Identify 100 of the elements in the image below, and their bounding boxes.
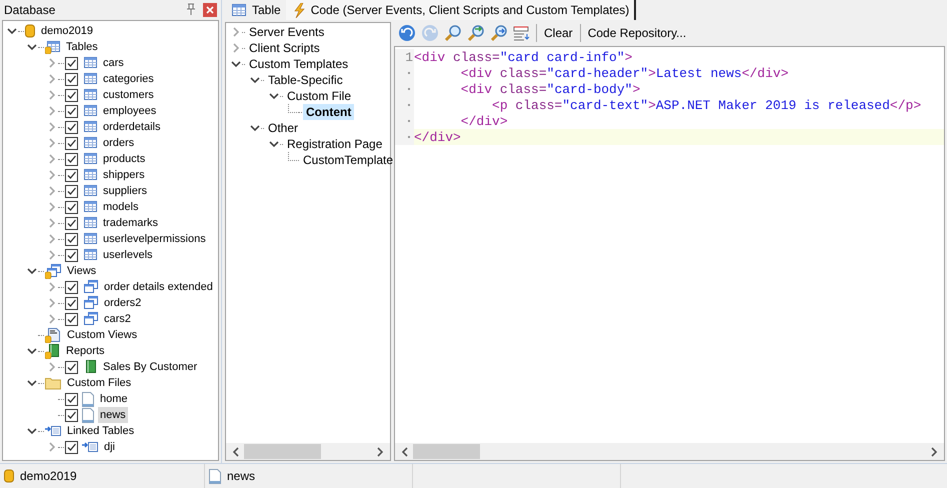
tree-item[interactable]: Custom Templates <box>246 56 352 72</box>
panel-title: Database <box>4 2 56 16</box>
chevron-down-icon[interactable] <box>250 124 260 132</box>
checkbox[interactable] <box>65 72 78 86</box>
checkbox[interactable] <box>65 120 78 134</box>
table-icon <box>82 232 97 246</box>
tree-item[interactable]: Custom File <box>284 88 354 104</box>
checkbox[interactable] <box>65 232 78 246</box>
tree-item[interactable]: order details extended <box>102 279 215 295</box>
tree-item[interactable]: Tables <box>64 39 100 55</box>
tree-item[interactable]: Content <box>303 104 354 120</box>
chevron-down-icon[interactable] <box>231 60 241 68</box>
close-icon[interactable] <box>203 2 217 16</box>
tree-item[interactable]: Table-Specific <box>265 72 346 88</box>
tree-item[interactable]: Client Scripts <box>246 40 323 56</box>
tree-item[interactable]: demo2019 <box>39 23 95 39</box>
tree-item[interactable]: suppliers <box>101 183 150 199</box>
checkbox[interactable] <box>65 296 78 310</box>
tree-item[interactable]: Other <box>265 120 302 136</box>
tree-item[interactable]: models <box>101 199 140 215</box>
checkbox[interactable] <box>65 168 78 182</box>
horizontal-scrollbar[interactable] <box>395 443 944 460</box>
tree-item[interactable]: products <box>101 151 148 167</box>
checkbox[interactable] <box>65 136 78 150</box>
checkbox[interactable] <box>65 216 78 230</box>
tree-item[interactable]: orders2 <box>102 295 144 311</box>
scroll-thumb[interactable] <box>244 444 321 459</box>
table-icon <box>82 184 97 198</box>
search-icon[interactable] <box>444 24 462 42</box>
checkbox[interactable] <box>65 360 78 374</box>
tree-item[interactable]: shippers <box>101 167 147 183</box>
chevron-down-icon[interactable] <box>27 428 37 434</box>
checkbox[interactable] <box>65 392 78 406</box>
toolbar-button[interactable]: Code Repository... <box>586 26 688 40</box>
file-icon <box>82 408 94 422</box>
file-icon <box>82 392 94 406</box>
status-text: demo2019 <box>20 469 77 483</box>
tree-item[interactable]: cars2 <box>102 311 133 327</box>
tree-item[interactable]: Registration Page <box>284 136 386 152</box>
replace-icon[interactable] <box>467 24 485 42</box>
table-icon <box>82 104 97 118</box>
checkbox[interactable] <box>65 184 78 198</box>
tree-item[interactable]: home <box>98 391 130 407</box>
tree-item[interactable]: Custom Views <box>65 327 140 343</box>
horizontal-scrollbar[interactable] <box>226 443 390 460</box>
scroll-left-icon[interactable] <box>232 446 240 456</box>
pin-icon[interactable] <box>185 3 197 16</box>
tree-item[interactable]: Linked Tables <box>65 423 136 439</box>
chevron-down-icon[interactable] <box>269 140 279 148</box>
tree-item[interactable]: customers <box>101 87 156 103</box>
tree-item[interactable]: Custom Files <box>65 375 134 391</box>
tree-item[interactable]: Server Events <box>246 24 328 40</box>
checkbox[interactable] <box>65 280 78 294</box>
find-next-icon[interactable] <box>490 24 508 42</box>
tab[interactable]: Code (Server Events, Client Scripts and Custom Templates) <box>286 0 636 20</box>
tree-item[interactable]: news <box>98 407 128 423</box>
tree-item[interactable]: orderdetails <box>101 119 162 135</box>
tree-item[interactable]: userlevelpermissions <box>101 231 208 247</box>
chevron-down-icon[interactable] <box>27 268 37 274</box>
checkbox[interactable] <box>65 56 78 70</box>
scroll-thumb[interactable] <box>413 444 480 459</box>
table-icon <box>82 152 97 166</box>
linked-tables-icon <box>45 424 61 438</box>
tree-item[interactable]: dji <box>102 439 118 455</box>
chevron-down-icon[interactable] <box>269 92 279 100</box>
tree-item[interactable]: userlevels <box>101 247 155 263</box>
chevron-down-icon[interactable] <box>7 28 17 34</box>
tree-item[interactable]: orders <box>101 135 136 151</box>
tree-item[interactable]: Views <box>65 263 98 279</box>
checkbox[interactable] <box>65 408 78 422</box>
view-icon <box>82 280 98 294</box>
tree-item[interactable]: employees <box>101 103 158 119</box>
format-icon[interactable] <box>513 24 531 42</box>
checkbox[interactable] <box>65 312 78 326</box>
checkbox[interactable] <box>65 104 78 118</box>
tree-item[interactable]: trademarks <box>101 215 160 231</box>
undo-icon[interactable] <box>398 24 416 42</box>
checkbox[interactable] <box>65 440 78 454</box>
tab[interactable]: Table <box>225 0 286 20</box>
code-editor[interactable]: 1<div class="card card-info"> <div class="card-header">Latest news</div> <div class="card-body"> <p class="card-text">ASP.NET Maker 2019 is released</p> </div> </div> <box>394 46 945 461</box>
checkbox[interactable] <box>65 88 78 102</box>
checkbox[interactable] <box>65 248 78 262</box>
scroll-right-icon[interactable] <box>376 446 384 456</box>
tree-item[interactable]: CustomTemplate <box>300 152 396 168</box>
table-icon <box>82 56 97 70</box>
scroll-right-icon[interactable] <box>930 446 938 456</box>
tree-item[interactable]: Sales By Customer <box>101 359 200 375</box>
chevron-down-icon[interactable] <box>27 348 37 354</box>
scroll-left-icon[interactable] <box>401 446 409 456</box>
chevron-down-icon[interactable] <box>250 76 260 84</box>
code-line: </div> <box>414 130 461 144</box>
checkbox[interactable] <box>65 200 78 214</box>
chevron-down-icon[interactable] <box>27 380 37 386</box>
toolbar-button[interactable]: Clear <box>542 26 575 40</box>
tree-item[interactable]: Reports <box>64 343 107 359</box>
tree-item[interactable]: categories <box>101 71 156 87</box>
tree-item[interactable]: cars <box>101 55 126 71</box>
checkbox[interactable] <box>65 152 78 166</box>
chevron-down-icon[interactable] <box>27 44 37 50</box>
code-line: <div class="card-body"> <box>460 82 640 96</box>
